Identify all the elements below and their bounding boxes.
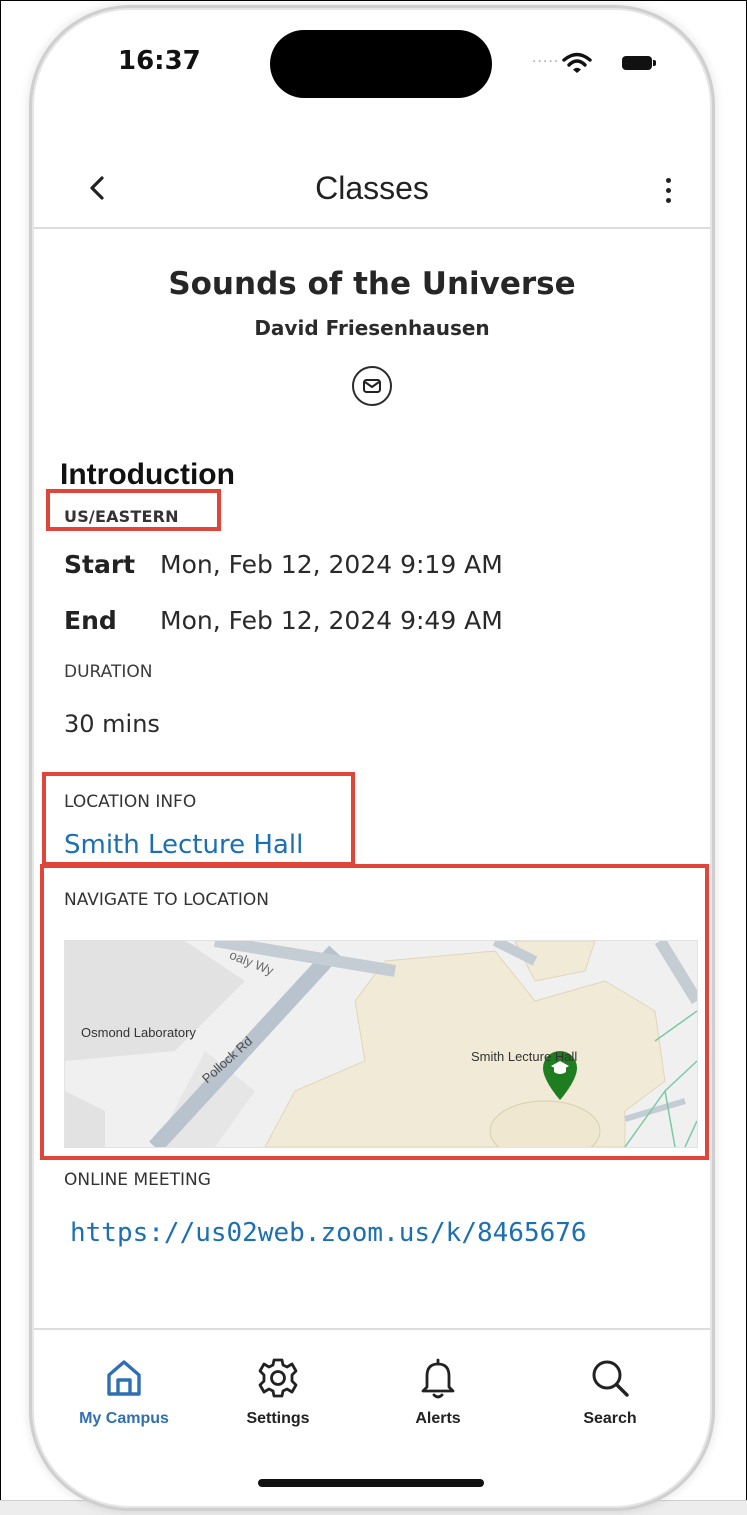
status-time: 16:37: [118, 46, 201, 76]
map-label-building: Osmond Laboratory: [81, 1025, 196, 1040]
start-label: Start: [64, 550, 136, 579]
battery-icon: [622, 56, 652, 70]
signal-dots: .....: [532, 50, 560, 66]
header-divider: [34, 227, 710, 229]
tab-bar-divider: [34, 1328, 710, 1330]
email-instructor-button[interactable]: [352, 366, 392, 406]
wifi-icon: [562, 52, 592, 73]
more-dot-icon: [666, 188, 671, 193]
timezone-label: US/EASTERN: [64, 507, 179, 526]
map-graphic: [65, 941, 697, 1147]
location-info-label: LOCATION INFO: [64, 792, 197, 812]
search-icon: [592, 1360, 629, 1397]
duration-label: DURATION: [64, 662, 153, 682]
session-heading: Introduction: [60, 458, 235, 491]
battery-tip: [653, 60, 656, 66]
location-map[interactable]: Osmond Laboratory Pollock Rd oaly Wy Smi…: [64, 940, 698, 1148]
tab-label-settings: Settings: [246, 1410, 310, 1427]
gear-icon: [258, 1358, 298, 1398]
tab-label-my-campus: My Campus: [79, 1410, 169, 1427]
tab-alerts[interactable]: Alerts: [378, 1356, 498, 1456]
envelope-icon: [363, 379, 381, 393]
home-icon: [107, 1360, 141, 1396]
course-title: Sounds of the Universe: [168, 266, 576, 302]
bell-icon: [421, 1358, 455, 1399]
instructor-name: David Friesenhausen: [254, 316, 490, 340]
end-label: End: [64, 606, 117, 635]
home-indicator: [258, 1479, 484, 1487]
end-value: Mon, Feb 12, 2024 9:49 AM: [160, 606, 503, 635]
start-value: Mon, Feb 12, 2024 9:19 AM: [160, 550, 503, 579]
more-dot-icon: [666, 178, 671, 183]
duration-value: 30 mins: [64, 710, 160, 738]
online-meeting-label: ONLINE MEETING: [64, 1170, 211, 1190]
more-options-button[interactable]: [658, 174, 678, 208]
phone-screen: 16:37 ..... Classes Sounds of the Univer…: [34, 10, 710, 1506]
tab-settings[interactable]: Settings: [218, 1356, 338, 1456]
tab-label-alerts: Alerts: [415, 1410, 461, 1427]
online-meeting-link[interactable]: https://us02web.zoom.us/k/8465676: [70, 1218, 587, 1248]
map-label-marker: Smith Lecture Hall: [471, 1049, 578, 1064]
location-link[interactable]: Smith Lecture Hall: [64, 830, 303, 860]
navigate-label: NAVIGATE TO LOCATION: [64, 890, 270, 910]
more-dot-icon: [666, 198, 671, 203]
page-title: Classes: [315, 170, 429, 206]
tab-my-campus[interactable]: My Campus: [64, 1356, 184, 1456]
tab-search[interactable]: Search: [550, 1356, 670, 1456]
tab-label-search: Search: [583, 1410, 637, 1427]
dynamic-island: [270, 30, 492, 98]
